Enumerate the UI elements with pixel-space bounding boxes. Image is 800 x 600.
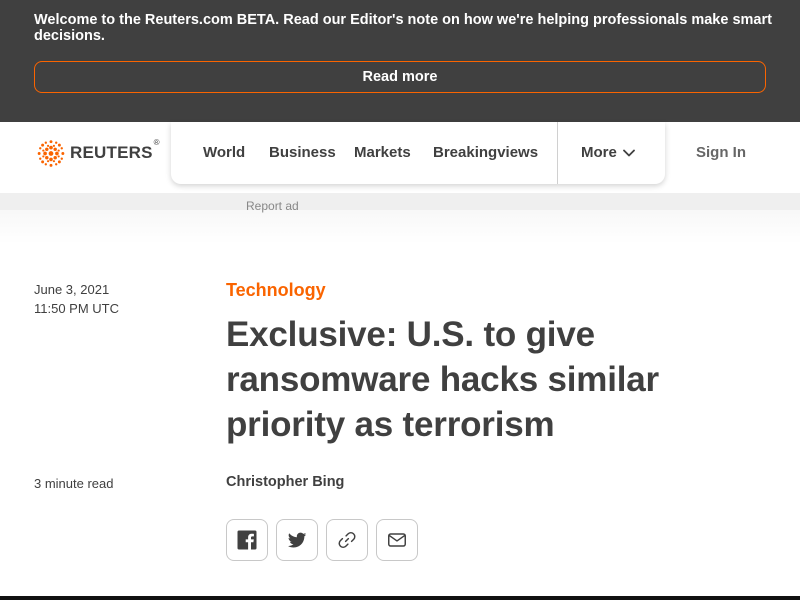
- twitter-icon: [287, 532, 307, 548]
- article-category-link[interactable]: Technology: [226, 280, 326, 301]
- main-nav: World Business Markets Breakingviews Mor…: [171, 122, 665, 184]
- nav-breakingviews[interactable]: Breakingviews: [433, 144, 538, 161]
- ad-strip: [0, 193, 800, 210]
- sign-in-link[interactable]: Sign In: [696, 144, 746, 161]
- copy-link-button[interactable]: [326, 519, 368, 561]
- nav-markets[interactable]: Markets: [354, 144, 411, 161]
- facebook-icon: [237, 530, 257, 550]
- logo-text: REUTERS: [70, 142, 153, 162]
- article-dateline: June 3, 2021 11:50 PM UTC: [34, 280, 119, 318]
- article-date: June 3, 2021: [34, 282, 110, 297]
- ad-zone: Report ad: [0, 193, 800, 244]
- bottom-bar: [0, 596, 800, 600]
- nav-world[interactable]: World: [203, 144, 245, 161]
- beta-banner: Welcome to the Reuters.com BETA. Read ou…: [0, 0, 800, 122]
- site-header: REUTERS® World Business Markets Breaking…: [0, 122, 800, 193]
- share-email-button[interactable]: [376, 519, 418, 561]
- nav-more-button[interactable]: More: [581, 144, 635, 161]
- nav-more-label: More: [581, 144, 617, 161]
- reuters-wordmark: REUTERS®: [70, 138, 160, 163]
- read-time: 3 minute read: [34, 476, 114, 491]
- share-twitter-button[interactable]: [276, 519, 318, 561]
- nav-business[interactable]: Business: [269, 144, 336, 161]
- link-icon: [338, 531, 356, 549]
- author-link[interactable]: Christopher Bing: [226, 474, 344, 490]
- nav-divider: [557, 122, 558, 184]
- read-more-button[interactable]: Read more: [34, 61, 766, 93]
- article-header: June 3, 2021 11:50 PM UTC Technology Exc…: [0, 244, 800, 600]
- beta-message: Welcome to the Reuters.com BETA. Read ou…: [34, 12, 772, 44]
- article-headline: Exclusive: U.S. to give ransomware hacks…: [226, 315, 659, 444]
- article-time: 11:50 PM UTC: [34, 301, 120, 316]
- chevron-down-icon: [622, 149, 635, 156]
- logo-registered-mark: ®: [153, 137, 160, 147]
- reuters-logo-icon: [37, 140, 65, 167]
- share-buttons: [226, 519, 418, 561]
- reuters-logo[interactable]: REUTERS®: [34, 138, 160, 169]
- email-icon: [388, 533, 406, 547]
- report-ad-link[interactable]: Report ad: [246, 199, 299, 213]
- share-facebook-button[interactable]: [226, 519, 268, 561]
